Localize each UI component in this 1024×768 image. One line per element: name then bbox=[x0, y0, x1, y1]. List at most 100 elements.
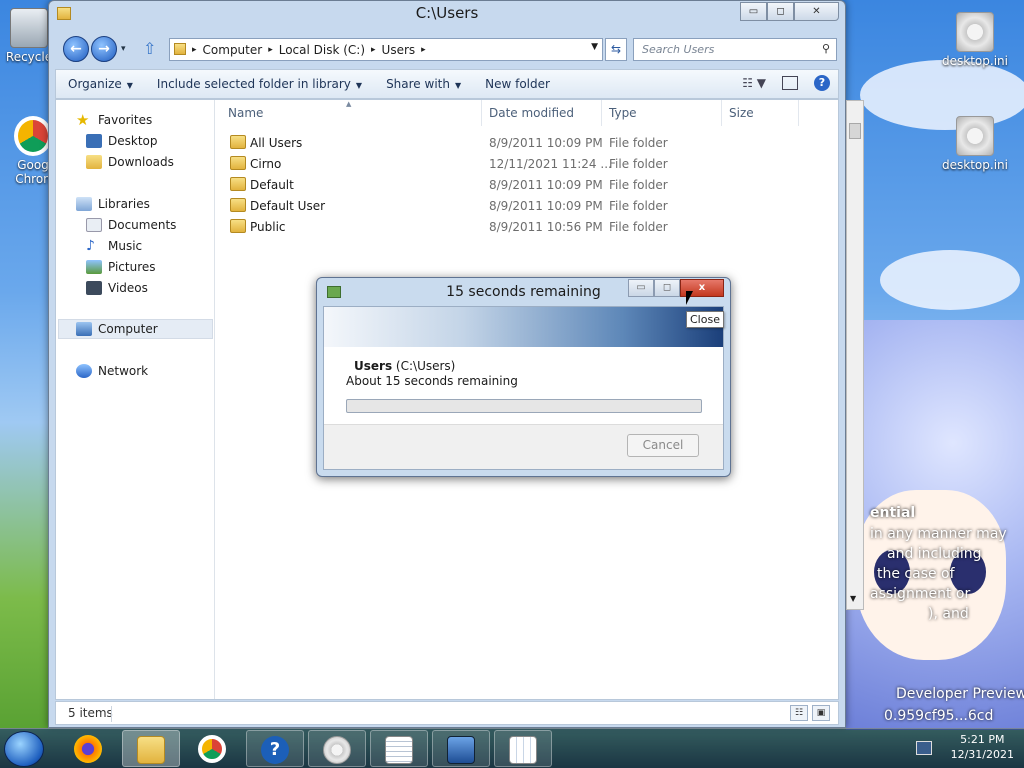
network-icon bbox=[76, 364, 92, 378]
chrome-icon bbox=[14, 116, 52, 156]
nav-downloads[interactable]: Downloads bbox=[86, 152, 214, 172]
column-separator[interactable] bbox=[798, 100, 799, 126]
change-view-icon[interactable]: ☷ ▼ bbox=[742, 76, 766, 90]
cancel-button[interactable]: Cancel bbox=[627, 434, 699, 457]
copy-progress-dialog[interactable]: 15 seconds remaining ▭ ◻ x Users (C:\Use… bbox=[316, 277, 731, 477]
column-separator[interactable] bbox=[601, 100, 602, 126]
nav-label: Videos bbox=[108, 281, 148, 295]
window-title: C:\Users bbox=[415, 4, 479, 22]
desktop-icon-label: Goog Chron bbox=[15, 158, 51, 186]
file-type: File folder bbox=[609, 198, 668, 213]
close-button[interactable]: ✕ bbox=[794, 2, 839, 21]
dialog-minimize-button[interactable]: ▭ bbox=[628, 279, 654, 297]
nav-pictures[interactable]: Pictures bbox=[86, 257, 214, 277]
dialog-content: Users (C:\Users) About 15 seconds remain… bbox=[323, 306, 724, 470]
address-dropdown-icon[interactable]: ▼ bbox=[591, 42, 598, 52]
minimize-button[interactable]: ▭ bbox=[740, 2, 767, 21]
file-type: File folder bbox=[609, 135, 668, 150]
recent-pages-dropdown[interactable]: ▾ bbox=[121, 44, 126, 54]
scroll-thumb[interactable] bbox=[849, 123, 861, 139]
nav-label: Pictures bbox=[108, 260, 156, 274]
table-row[interactable]: Default 8/9/2011 10:09 PM File folder bbox=[230, 174, 790, 195]
explorer-icon bbox=[137, 736, 165, 764]
documents-icon bbox=[86, 218, 102, 232]
refresh-button[interactable]: ⇆ bbox=[605, 38, 627, 61]
nav-computer[interactable]: Computer bbox=[58, 319, 213, 339]
maximize-button[interactable]: ◻ bbox=[767, 2, 794, 21]
navigation-pane: ★ Favorites Desktop Downloads Libraries D… bbox=[56, 100, 215, 699]
table-row[interactable]: Public 8/9/2011 10:56 PM File folder bbox=[230, 216, 790, 237]
taskbar-firefox[interactable] bbox=[60, 730, 118, 767]
clock-date: 12/31/2021 bbox=[950, 748, 1014, 761]
license-text-line: assignment or bbox=[870, 586, 971, 602]
nav-favorites[interactable]: ★ Favorites bbox=[76, 110, 214, 130]
table-row[interactable]: Default User 8/9/2011 10:09 PM File folder bbox=[230, 195, 790, 216]
column-header-name[interactable]: Name bbox=[228, 106, 263, 126]
include-in-library-menu[interactable]: Include selected folder in library ▼ bbox=[145, 77, 374, 91]
license-text-line: 0.959cf95...6cd bbox=[884, 708, 994, 724]
license-text-line: ), and bbox=[928, 606, 969, 622]
large-icons-view-icon[interactable]: ▣ bbox=[812, 705, 830, 721]
share-with-menu[interactable]: Share with ▼ bbox=[374, 77, 473, 91]
breadcrumb-users[interactable]: Users bbox=[382, 43, 416, 57]
forward-button[interactable]: → bbox=[91, 36, 117, 62]
folder-shortcut-icon bbox=[230, 198, 246, 212]
organize-menu[interactable]: Organize ▼ bbox=[56, 77, 145, 91]
up-arrow-icon[interactable]: ⇧ bbox=[143, 39, 156, 58]
breadcrumb-local-disk[interactable]: Local Disk (C:) bbox=[279, 43, 365, 57]
column-separator[interactable] bbox=[721, 100, 722, 126]
dialog-maximize-button[interactable]: ◻ bbox=[654, 279, 680, 297]
column-header-size[interactable]: Size bbox=[729, 106, 754, 126]
address-bar[interactable]: ▸ Computer ▸ Local Disk (C:) ▸ Users ▸ ▼ bbox=[169, 38, 603, 61]
search-input[interactable]: Search Users ⚲ bbox=[633, 38, 837, 61]
settings-icon bbox=[323, 736, 351, 764]
nav-music[interactable]: ♪ Music bbox=[86, 236, 214, 256]
desktop-icon-label: Recycle bbox=[5, 50, 53, 64]
taskbar-help[interactable]: ? bbox=[246, 730, 304, 767]
nav-label: Desktop bbox=[108, 134, 158, 148]
taskbar-explorer[interactable] bbox=[122, 730, 180, 767]
back-button[interactable]: ← bbox=[63, 36, 89, 62]
clock[interactable]: 5:21 PM 12/31/2021 bbox=[951, 732, 1014, 762]
details-view-icon[interactable]: ☷ bbox=[790, 705, 808, 721]
column-separator[interactable] bbox=[481, 100, 482, 126]
nav-documents[interactable]: Documents bbox=[86, 215, 214, 235]
desktop-icon-desktop-ini[interactable]: desktop.ini bbox=[940, 12, 1010, 68]
source-name: Users bbox=[354, 359, 393, 373]
folder-icon bbox=[230, 177, 246, 191]
breadcrumb-separator[interactable]: ▸ bbox=[421, 45, 426, 55]
taskbar-calendar[interactable] bbox=[494, 730, 552, 767]
desktop-icon-desktop-ini[interactable]: desktop.ini bbox=[940, 116, 1010, 172]
source-path: (C:\Users) bbox=[395, 359, 456, 373]
nav-videos[interactable]: Videos bbox=[86, 278, 214, 298]
file-name: Default bbox=[250, 177, 294, 192]
breadcrumb-separator[interactable]: ▸ bbox=[371, 45, 376, 55]
nav-desktop[interactable]: Desktop bbox=[86, 131, 214, 151]
nav-network[interactable]: Network bbox=[76, 361, 214, 381]
preview-pane-icon[interactable] bbox=[782, 76, 798, 90]
folder-shortcut-icon bbox=[230, 135, 246, 149]
folder-icon bbox=[174, 43, 186, 55]
column-header-type[interactable]: Type bbox=[609, 106, 637, 126]
new-folder-button[interactable]: New folder bbox=[473, 77, 562, 91]
scroll-down-icon[interactable]: ▼ bbox=[850, 594, 856, 603]
license-text-line: Developer Preview bbox=[896, 686, 1024, 702]
taskbar-network[interactable] bbox=[432, 730, 490, 767]
nav-libraries[interactable]: Libraries bbox=[76, 194, 214, 214]
help-icon[interactable]: ? bbox=[814, 75, 830, 91]
breadcrumb-computer[interactable]: Computer bbox=[203, 43, 263, 57]
table-row[interactable]: All Users 8/9/2011 10:09 PM File folder bbox=[230, 132, 790, 153]
taskbar-chrome[interactable] bbox=[184, 730, 242, 767]
dialog-footer: Cancel bbox=[324, 424, 723, 469]
breadcrumb-separator[interactable]: ▸ bbox=[268, 45, 273, 55]
network-icon bbox=[447, 736, 475, 764]
tray-network-icon[interactable] bbox=[916, 741, 932, 755]
background-window-scrollbar[interactable]: ▼ bbox=[846, 100, 864, 610]
breadcrumb-separator[interactable]: ▸ bbox=[192, 45, 197, 55]
start-button[interactable] bbox=[4, 731, 44, 767]
taskbar-settings[interactable] bbox=[308, 730, 366, 767]
taskbar-notepad[interactable] bbox=[370, 730, 428, 767]
table-row[interactable]: Cirno 12/11/2021 11:24 ... File folder bbox=[230, 153, 790, 174]
license-text-line: ential bbox=[870, 505, 916, 521]
column-header-date[interactable]: Date modified bbox=[489, 106, 574, 126]
